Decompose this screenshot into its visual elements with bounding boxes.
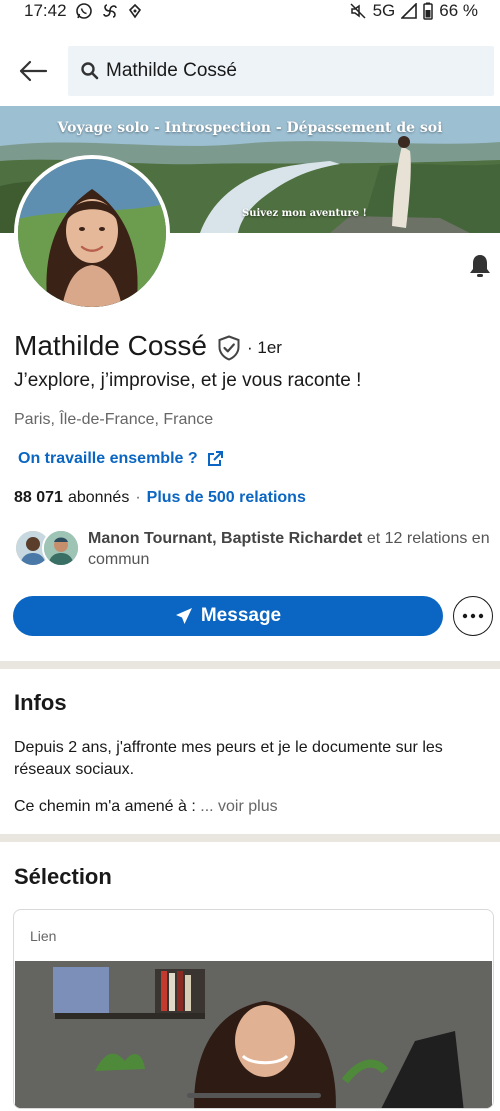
banner-title: Voyage solo - Introspection - Dépassemen… xyxy=(57,120,443,136)
card-thumbnail xyxy=(15,961,492,1108)
message-button-label: Message xyxy=(200,605,282,626)
network-type: 5G xyxy=(372,1,396,20)
whatsapp-icon xyxy=(75,2,93,20)
profile-name: Mathilde Cossé xyxy=(14,330,207,361)
card-thumbnail-image xyxy=(15,961,492,1108)
profile-location: Paris, Île-de-France, France xyxy=(14,411,214,428)
work-together-label: On travaille ensemble ? xyxy=(18,450,198,467)
pinwheel-icon xyxy=(101,2,119,20)
mutual-names: Manon Tournant, Baptiste Richardet xyxy=(88,530,363,547)
back-arrow-icon xyxy=(19,60,48,82)
connections-link[interactable]: Plus de 500 relations xyxy=(147,489,306,507)
selection-title: Sélection xyxy=(14,864,112,889)
home-indicator[interactable] xyxy=(187,1093,321,1098)
status-bar: 17:42 5G 66 % xyxy=(0,0,500,22)
signal-icon xyxy=(401,3,418,19)
search-header: Mathilde Cossé xyxy=(0,40,500,102)
profile-avatar[interactable] xyxy=(14,155,170,311)
section-divider xyxy=(0,661,500,669)
notification-icon xyxy=(127,3,143,19)
message-button[interactable]: Message xyxy=(13,596,443,636)
work-together-link[interactable]: On travaille ensemble ? xyxy=(18,450,224,468)
mutual-avatars xyxy=(14,528,80,568)
followers-count: 88 071 xyxy=(14,489,63,506)
bell-icon xyxy=(470,255,490,277)
send-icon xyxy=(175,608,192,624)
stats-separator: · xyxy=(135,489,141,506)
follow-bell-button[interactable] xyxy=(464,250,496,282)
mutual-connections[interactable]: Manon Tournant, Baptiste Richardet et 12… xyxy=(14,528,494,572)
profile-headline: J’explore, j’improvise, et je vous racon… xyxy=(14,370,362,391)
battery-icon xyxy=(423,2,433,20)
avatar-photo xyxy=(18,159,166,307)
connection-degree: · 1er xyxy=(246,338,282,357)
more-dots-icon xyxy=(462,613,484,619)
mutual-connections-text: Manon Tournant, Baptiste Richardet et 12… xyxy=(88,528,496,570)
section-divider xyxy=(0,834,500,842)
mute-icon xyxy=(349,2,367,20)
followers-label: abonnés xyxy=(67,489,130,506)
battery-level: 66 % xyxy=(439,1,478,20)
more-options-button[interactable] xyxy=(453,596,493,636)
infos-title: Infos xyxy=(14,690,67,715)
verified-shield-icon[interactable] xyxy=(217,334,241,361)
infos-text: Depuis 2 ans, j'affronte mes peurs et je… xyxy=(14,739,443,778)
name-row: Mathilde Cossé · 1er xyxy=(14,330,282,362)
search-input[interactable]: Mathilde Cossé xyxy=(68,46,494,96)
infos-more[interactable]: Ce chemin m'a amené à : ... voir plus xyxy=(14,798,278,816)
status-left: 17:42 xyxy=(24,1,143,21)
search-query: Mathilde Cossé xyxy=(106,60,237,81)
card-type-label: Lien xyxy=(30,928,57,944)
profile-stats: 88 071 abonnés · Plus de 500 relations xyxy=(14,489,306,507)
see-more-link[interactable]: ... voir plus xyxy=(200,798,277,815)
back-button[interactable] xyxy=(0,40,66,102)
search-icon xyxy=(81,62,99,80)
infos-more-text: Ce chemin m'a amené à : xyxy=(14,798,201,815)
featured-link-card[interactable]: Lien xyxy=(13,909,494,1109)
banner-subtitle: Suivez mon aventure ! xyxy=(242,208,367,219)
status-right: 5G 66 % xyxy=(349,1,478,21)
mutual-avatar xyxy=(42,529,80,567)
external-link-icon xyxy=(207,451,223,466)
status-time: 17:42 xyxy=(24,1,67,20)
